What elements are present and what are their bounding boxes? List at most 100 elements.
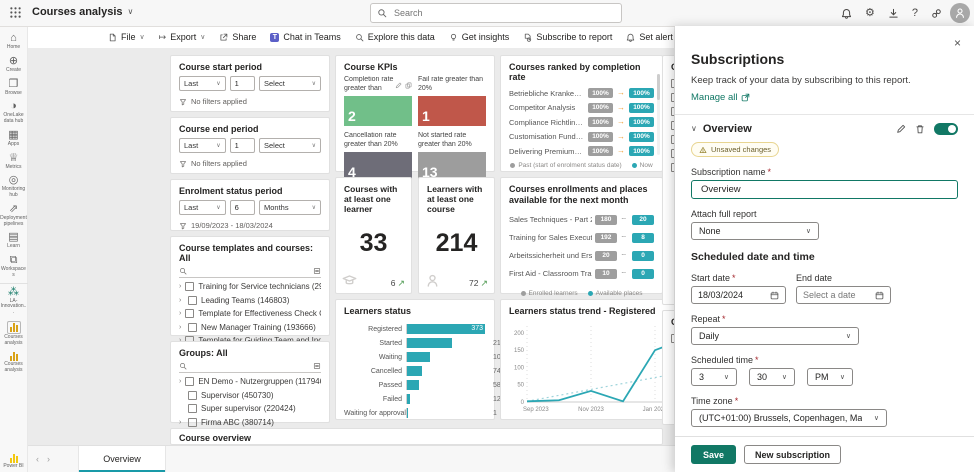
- ranked-row[interactable]: Betriebliche Krankenversich...100%→100%: [509, 86, 654, 101]
- period-unit-select[interactable]: Months∨: [259, 200, 321, 215]
- select-all-icon[interactable]: [313, 267, 321, 275]
- bell-icon[interactable]: [841, 8, 852, 19]
- list-item[interactable]: ›Training for Service technicians (29172…: [179, 280, 321, 294]
- avatar[interactable]: [950, 3, 970, 23]
- enrollment-row[interactable]: Sales Techniques - Part 218020: [509, 211, 654, 229]
- list-item[interactable]: ›New Manager Training (193666): [179, 321, 321, 335]
- enrollment-row[interactable]: Arbeitssicherheit und Erste Hilfe200: [509, 247, 654, 265]
- list-item[interactable]: Supervisor (450730): [179, 389, 321, 403]
- checkbox[interactable]: [671, 93, 674, 102]
- start-date-picker[interactable]: 18/03/2024: [691, 286, 786, 304]
- period-unit-select[interactable]: Select∨: [259, 138, 321, 153]
- checkbox[interactable]: [671, 334, 674, 343]
- expand-icon[interactable]: ›: [179, 283, 181, 290]
- prev-page-icon[interactable]: ‹: [36, 455, 39, 464]
- list-item[interactable]: Aly: [671, 90, 674, 104]
- bar-row[interactable]: Registered373: [344, 322, 486, 336]
- bar[interactable]: [407, 394, 410, 404]
- list-item[interactable]: On: [671, 146, 674, 160]
- learners-one-course-card[interactable]: Learners with at least one course 214 72…: [418, 177, 495, 294]
- link-icon[interactable]: [931, 8, 942, 19]
- subscription-name-field[interactable]: [691, 180, 958, 199]
- bar-row[interactable]: Passed58: [344, 378, 486, 392]
- sidebar-item-apps[interactable]: ▦Apps: [0, 127, 28, 150]
- sidebar-item-home[interactable]: ⌂Home: [0, 30, 28, 53]
- list-item[interactable]: Cor: [671, 104, 674, 118]
- copy-icon[interactable]: [405, 76, 412, 94]
- enrollment-row[interactable]: Training for Sales Executives1928: [509, 229, 654, 247]
- kpi-card[interactable]: Fail rate greater than 20%1: [418, 76, 486, 126]
- period-value-input[interactable]: 1: [230, 76, 255, 91]
- bar[interactable]: [407, 380, 419, 390]
- sidebar-item-learn[interactable]: ▤Learn: [0, 229, 28, 252]
- checkbox[interactable]: [185, 309, 194, 318]
- list-item[interactable]: Super supervisor (220424): [179, 402, 321, 416]
- period-type-select[interactable]: Last∨: [179, 200, 226, 215]
- sidebar-item-power-bi[interactable]: Power BI: [0, 450, 28, 472]
- edit-icon[interactable]: [395, 76, 402, 94]
- toolbar-get-insights[interactable]: Get insights: [449, 32, 510, 42]
- checkbox[interactable]: [188, 323, 197, 332]
- sidebar-item-metrics[interactable]: ♕Metrics: [0, 150, 28, 173]
- slicer-search[interactable]: [179, 362, 321, 373]
- sidebar-item-workspaces[interactable]: ⧉Workspaces: [0, 252, 28, 281]
- toolbar-explore-this-data[interactable]: Explore this data: [355, 32, 435, 42]
- period-value-input[interactable]: 1: [230, 138, 255, 153]
- bar[interactable]: [407, 352, 430, 362]
- enrollment-row[interactable]: First Aid - Classroom Training100: [509, 265, 654, 283]
- slicer-search[interactable]: [179, 267, 321, 278]
- checkbox[interactable]: [671, 135, 674, 144]
- minute-select[interactable]: 30∨: [749, 368, 795, 386]
- new-subscription-button[interactable]: New subscription: [744, 445, 841, 464]
- ranked-row[interactable]: Customisation Fundamentals100%→100%: [509, 130, 654, 145]
- end-date-picker[interactable]: Select a date: [796, 286, 891, 304]
- checkbox[interactable]: [671, 163, 674, 172]
- checkbox[interactable]: [671, 149, 674, 158]
- list-item[interactable]: ›Leading Teams (146803): [179, 294, 321, 308]
- checkbox[interactable]: [185, 377, 194, 386]
- save-button[interactable]: Save: [691, 445, 736, 464]
- kpi-card[interactable]: Completion rate greater than 80%2: [344, 76, 412, 126]
- toolbar-share[interactable]: Share: [219, 32, 256, 42]
- gear-icon[interactable]: ⚙: [865, 8, 875, 19]
- toolbar-subscribe-to-report[interactable]: Subscribe to report: [523, 32, 612, 42]
- bar-row[interactable]: Failed12: [344, 392, 486, 406]
- bar[interactable]: [407, 338, 452, 348]
- select-all-icon[interactable]: [313, 362, 321, 370]
- list-item[interactable]: ›Template for Effectiveness Check Cour..…: [179, 307, 321, 321]
- list-item[interactable]: Fac: [671, 118, 674, 132]
- subscription-name-input[interactable]: [699, 183, 950, 196]
- timezone-select[interactable]: (UTC+01:00) Brussels, Copenhagen, Ma∨: [691, 409, 887, 427]
- hour-select[interactable]: 3∨: [691, 368, 737, 386]
- download-icon[interactable]: [888, 8, 899, 19]
- search-box[interactable]: [370, 3, 622, 23]
- bar-row[interactable]: Waiting for approval1: [344, 406, 486, 420]
- sidebar-item-courses-analysis[interactable]: Courses analysis: [0, 318, 28, 349]
- list-item[interactable]: ›Firma ABC (380714): [179, 416, 321, 430]
- period-unit-select[interactable]: Select∨: [259, 76, 321, 91]
- period-type-select[interactable]: Last∨: [179, 76, 226, 91]
- sidebar-item-courses-analysis[interactable]: Courses analysis: [0, 348, 28, 376]
- checkbox[interactable]: [185, 282, 194, 291]
- delete-icon[interactable]: [915, 124, 925, 134]
- next-page-icon[interactable]: ›: [47, 455, 50, 464]
- sidebar-item-browse[interactable]: ❐Browse: [0, 76, 28, 99]
- list-item[interactable]: All: [671, 76, 674, 90]
- ampm-select[interactable]: PM∨: [807, 368, 853, 386]
- list-item[interactable]: Phi: [671, 160, 674, 174]
- attach-report-select[interactable]: None∨: [691, 222, 819, 240]
- toolbar-export[interactable]: ↦Export∨: [159, 32, 206, 42]
- search-input[interactable]: [392, 7, 615, 19]
- sidebar-item-monitoring-hub[interactable]: ◎Monitoring hub: [0, 172, 28, 201]
- list-item[interactable]: Oc: [671, 132, 674, 146]
- ranked-row[interactable]: Competitor Analysis100%→100%: [509, 101, 654, 116]
- list-item[interactable]: ›EN Demo - Nutzergruppen (117946): [179, 375, 321, 389]
- toolbar-set-alert[interactable]: Set alert: [626, 32, 673, 42]
- toolbar-chat-in-teams[interactable]: TChat in Teams: [270, 32, 340, 42]
- tab-overview[interactable]: Overview: [78, 446, 166, 472]
- sidebar-item-deployment-pipelines[interactable]: ⇗Deployment pipelines: [0, 201, 28, 230]
- checkbox[interactable]: [671, 79, 674, 88]
- close-icon[interactable]: ×: [954, 36, 961, 50]
- app-launcher-icon[interactable]: [9, 6, 22, 19]
- line-chart[interactable]: 050100150200Sep 2023Nov 2023Jan 2024: [509, 320, 674, 419]
